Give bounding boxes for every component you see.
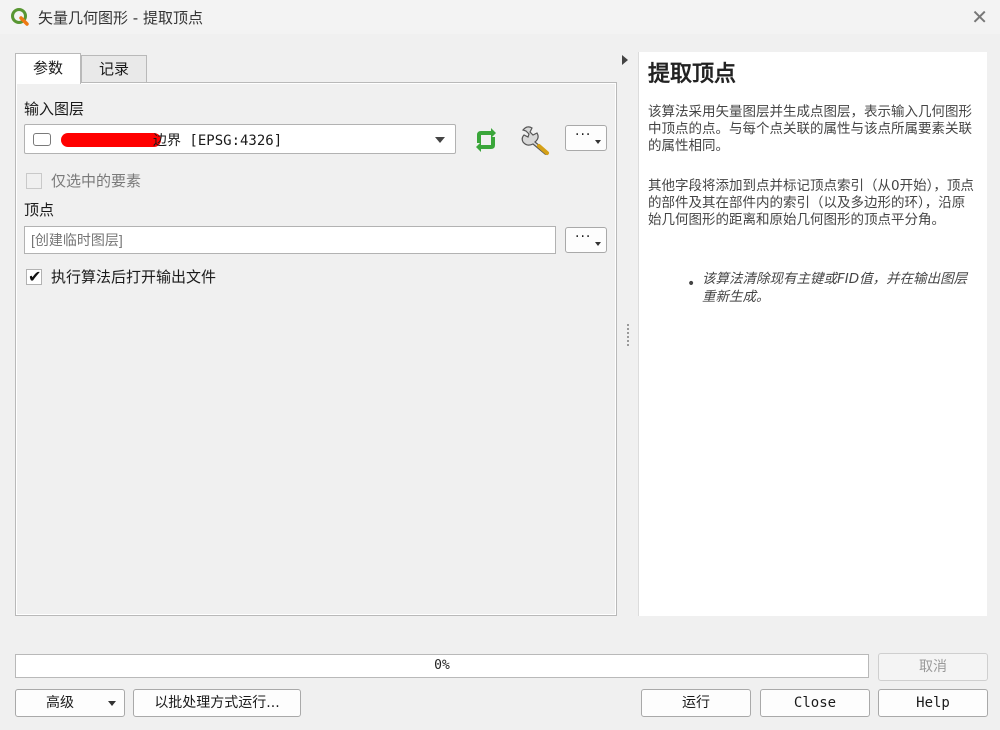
vertices-output-options-button[interactable]: ··· — [565, 227, 607, 253]
tab-parameters[interactable]: 参数 — [15, 53, 81, 84]
close-icon[interactable]: ✕ — [971, 5, 988, 29]
advanced-label: 高级 — [46, 695, 74, 711]
iterate-features-icon[interactable] — [471, 126, 501, 154]
qgis-logo-icon — [11, 8, 29, 26]
bullet-icon: • — [687, 276, 696, 292]
polygon-layer-icon — [33, 133, 51, 146]
advanced-button[interactable]: 高级 — [15, 689, 125, 717]
open-output-checkbox[interactable]: ✔ — [26, 267, 42, 286]
chevron-down-icon — [108, 701, 116, 706]
input-layer-options-button[interactable]: ··· — [565, 125, 607, 151]
selected-only-label: 仅选中的要素 — [51, 172, 142, 190]
wrench-icon[interactable] — [519, 124, 553, 156]
input-layer-value: 边界 [EPSG:4326] — [153, 133, 283, 149]
run-button[interactable]: 运行 — [641, 689, 751, 717]
collapse-help-arrow-icon[interactable] — [622, 55, 628, 65]
tab-log[interactable]: 记录 — [81, 55, 147, 82]
parameters-scroll-area: 输入图层 边界 [EPSG:4326] ··· 仅选中的要素 顶点 ··· — [17, 84, 615, 614]
vertices-label: 顶点 — [24, 201, 55, 219]
input-layer-combo[interactable]: 边界 [EPSG:4326] — [24, 124, 456, 154]
dropdown-arrow-icon — [595, 140, 601, 144]
help-button[interactable]: Help — [878, 689, 988, 717]
help-bullet-note: 该算法清除现有主键或FID值，并在输出图层重新生成。 — [702, 271, 968, 305]
cancel-button[interactable]: 取消 — [878, 653, 988, 681]
checkmark-icon: ✔ — [28, 267, 42, 286]
run-as-batch-button[interactable]: 以批处理方式运行... — [133, 689, 301, 717]
close-button[interactable]: Close — [760, 689, 870, 717]
chevron-down-icon — [435, 137, 445, 143]
help-title: 提取顶点 — [648, 62, 737, 87]
help-paragraph-1: 该算法采用矢量图层并生成点图层，表示输入几何图形中顶点的点。与每个点关联的属性与… — [648, 104, 972, 154]
dropdown-arrow-icon — [595, 242, 601, 246]
vertices-output-field[interactable] — [24, 226, 556, 254]
parameters-panel: 输入图层 边界 [EPSG:4326] ··· 仅选中的要素 顶点 ··· — [15, 82, 617, 616]
window-title: 矢量几何图形 - 提取顶点 — [38, 9, 203, 27]
input-layer-label: 输入图层 — [24, 100, 85, 118]
progress-bar: 0% — [15, 654, 869, 678]
redaction-mark — [61, 133, 161, 147]
selected-only-checkbox[interactable] — [26, 173, 42, 189]
open-output-label: 执行算法后打开输出文件 — [51, 268, 217, 286]
help-panel: 提取顶点 该算法采用矢量图层并生成点图层，表示输入几何图形中顶点的点。与每个点关… — [638, 52, 987, 616]
title-bar: 矢量几何图形 - 提取顶点 ✕ — [0, 0, 1000, 34]
splitter-handle[interactable] — [627, 324, 629, 346]
help-paragraph-2: 其他字段将添加到点并标记顶点索引（从0开始），顶点的部件及其在部件内的索引（以及… — [648, 178, 974, 228]
